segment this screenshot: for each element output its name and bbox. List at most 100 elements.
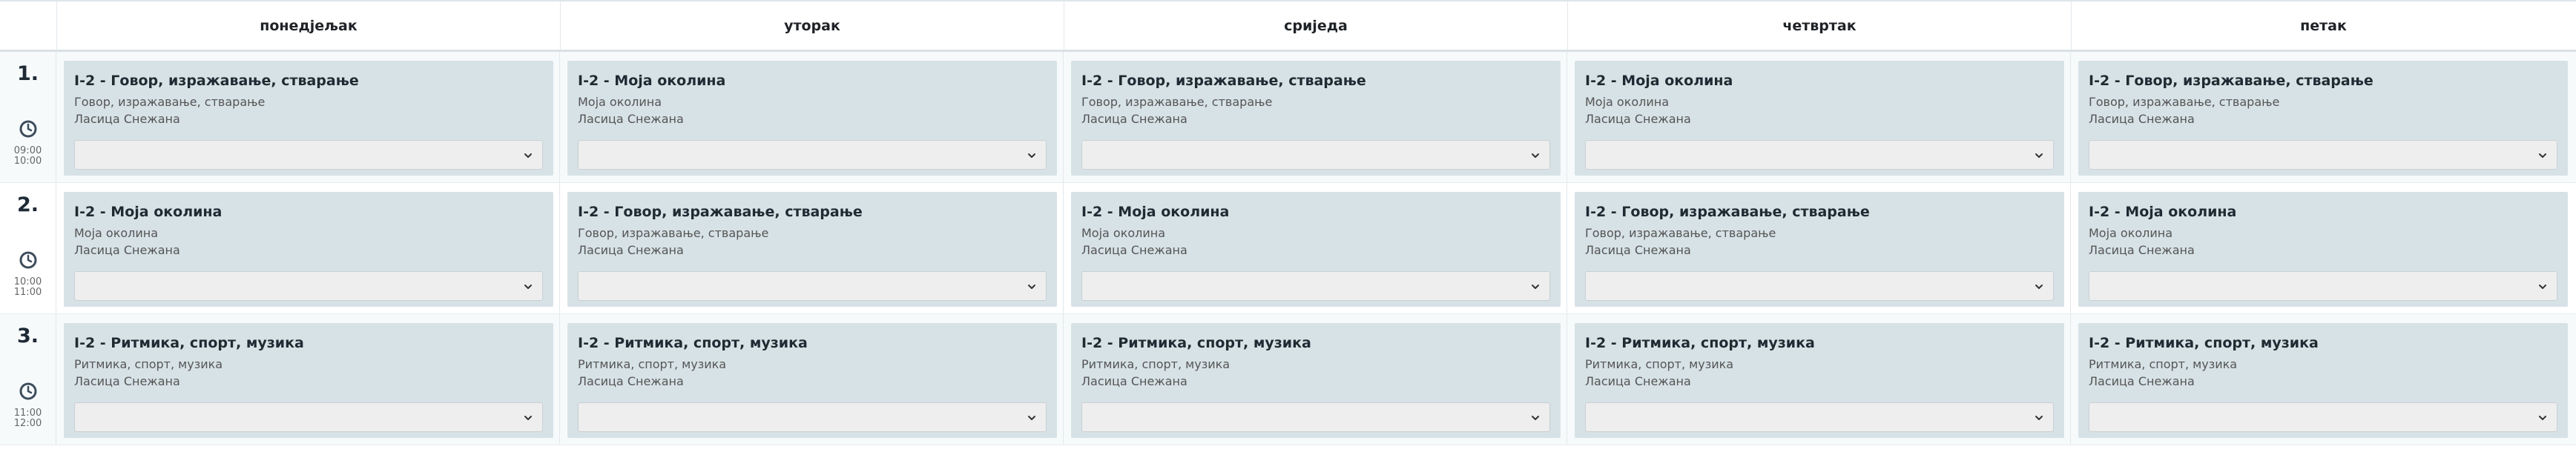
day-header-wednesday: сриједа [1064, 1, 1568, 50]
lesson-card: I-2 - Моја околина Моја околина Ласица Сне… [1575, 61, 2064, 176]
lesson-title: I-2 - Моја околина [1585, 73, 1733, 89]
day-header-thursday: четвртак [1568, 1, 2072, 50]
lesson-teacher: Ласица Снежана [1585, 112, 1691, 126]
lesson-title: I-2 - Моја околина [1081, 204, 1230, 220]
lesson-subject: Говор, изражавање, стварање [2089, 95, 2280, 109]
lesson-select[interactable] [74, 140, 543, 170]
chevron-down-icon [2034, 150, 2044, 160]
period-end-time: 11:00 [13, 287, 42, 298]
lesson-select[interactable] [1585, 140, 2054, 170]
lesson-select[interactable] [2089, 402, 2557, 432]
lesson-select[interactable] [74, 271, 543, 301]
lesson-card: I-2 - Говор, изражавање, стварање Говор, … [64, 61, 553, 176]
chevron-down-icon [1027, 412, 1037, 422]
lesson-select[interactable] [74, 402, 543, 432]
lesson-teacher: Ласица Снежана [74, 112, 180, 126]
lesson-card: I-2 - Говор, изражавање, стварање Говор, … [1071, 61, 1561, 176]
lesson-teacher: Ласица Снежана [578, 374, 684, 388]
lesson-card: I-2 - Говор, изражавање, стварање Говор, … [567, 192, 1057, 307]
lesson-select[interactable] [1081, 140, 1550, 170]
lesson-title: I-2 - Ритмика, спорт, музика [2089, 335, 2319, 351]
lesson-teacher: Ласица Снежана [578, 243, 684, 257]
lesson-select[interactable] [2089, 140, 2557, 170]
lesson-teacher: Ласица Снежана [2089, 374, 2195, 388]
lesson-select[interactable] [1081, 271, 1550, 301]
period-number: 2. [16, 193, 39, 216]
timetable: понедјељак уторак сриједа четвртак петак… [0, 0, 2576, 452]
lesson-card: I-2 - Ритмика, спорт, музика Ритмика, спо… [2078, 323, 2568, 438]
lesson-subject: Моја околина [578, 95, 662, 109]
lesson-title: I-2 - Говор, изражавање, стварање [578, 204, 863, 220]
lesson-card: I-2 - Моја околина Моја околина Ласица Сне… [2078, 192, 2568, 307]
lesson-teacher: Ласица Снежана [2089, 112, 2195, 126]
chevron-down-icon [1530, 281, 1541, 291]
lesson-teacher: Ласица Снежана [74, 243, 180, 257]
lesson-select[interactable] [578, 140, 1047, 170]
lesson-select[interactable] [1081, 402, 1550, 432]
period-number: 3. [16, 325, 39, 348]
lesson-title: I-2 - Ритмика, спорт, музика [1081, 335, 1311, 351]
lesson-cell-monday: I-2 - Говор, изражавање, стварање Говор, … [56, 52, 560, 182]
lesson-subject: Моја околина [74, 226, 159, 240]
lesson-title: I-2 - Моја околина [2089, 204, 2237, 220]
day-header-tuesday: уторак [561, 1, 1064, 50]
lesson-cell-tuesday: I-2 - Ритмика, спорт, музика Ритмика, спо… [560, 314, 1064, 445]
lesson-subject: Говор, изражавање, стварање [74, 95, 266, 109]
lesson-subject: Говор, изражавање, стварање [1585, 226, 1776, 240]
period-column-header [0, 1, 57, 50]
lesson-select[interactable] [578, 402, 1047, 432]
period-time: 09:00 10:00 [0, 146, 56, 167]
lesson-subject: Ритмика, спорт, музика [2089, 357, 2238, 371]
lesson-card: I-2 - Ритмика, спорт, музика Ритмика, спо… [64, 323, 553, 438]
lesson-title: I-2 - Говор, изражавање, стварање [74, 73, 359, 89]
period-number: 1. [16, 62, 39, 85]
lesson-cell-wednesday: I-2 - Говор, изражавање, стварање Говор, … [1064, 52, 1567, 182]
lesson-card: I-2 - Моја околина Моја околина Ласица Сне… [567, 61, 1057, 176]
lesson-subject: Говор, изражавање, стварање [578, 226, 769, 240]
lesson-title: I-2 - Ритмика, спорт, музика [1585, 335, 1815, 351]
lesson-subject: Моја околина [1585, 95, 1670, 109]
lesson-cell-tuesday: I-2 - Моја околина Моја околина Ласица Сне… [560, 52, 1064, 182]
lesson-card: I-2 - Говор, изражавање, стварање Говор, … [2078, 61, 2568, 176]
lesson-subject: Ритмика, спорт, музика [74, 357, 223, 371]
chevron-down-icon [1027, 281, 1037, 291]
lesson-card: I-2 - Говор, изражавање, стварање Говор, … [1575, 192, 2064, 307]
period-time: 11:00 12:00 [0, 408, 56, 429]
period-row-3: 3. 11:00 12:00 I-2 - Ритмика, спорт, музика… [0, 314, 2576, 445]
lesson-card: I-2 - Моја околина Моја околина Ласица Сне… [64, 192, 553, 307]
lesson-teacher: Ласица Снежана [74, 374, 180, 388]
lesson-teacher: Ласица Снежана [1585, 374, 1691, 388]
chevron-down-icon [1027, 150, 1037, 160]
lesson-cell-thursday: I-2 - Говор, изражавање, стварање Говор, … [1567, 183, 2071, 313]
lesson-card: I-2 - Ритмика, спорт, музика Ритмика, спо… [567, 323, 1057, 438]
chevron-down-icon [2537, 281, 2548, 291]
period-slot: 3. 11:00 12:00 [0, 314, 56, 445]
lesson-subject: Ритмика, спорт, музика [1081, 357, 1231, 371]
lesson-cell-tuesday: I-2 - Говор, изражавање, стварање Говор, … [560, 183, 1064, 313]
chevron-down-icon [2034, 281, 2044, 291]
lesson-select[interactable] [2089, 271, 2557, 301]
period-start-time: 11:00 [13, 408, 42, 419]
lesson-cell-thursday: I-2 - Ритмика, спорт, музика Ритмика, спо… [1567, 314, 2071, 445]
lesson-subject: Моја околина [1081, 226, 1166, 240]
period-start-time: 10:00 [13, 276, 42, 288]
chevron-down-icon [2537, 150, 2548, 160]
lesson-teacher: Ласица Снежана [1081, 374, 1187, 388]
lesson-card: I-2 - Ритмика, спорт, музика Ритмика, спо… [1071, 323, 1561, 438]
lesson-select[interactable] [1585, 271, 2054, 301]
lesson-title: I-2 - Ритмика, спорт, музика [578, 335, 808, 351]
lesson-subject: Ритмика, спорт, музика [1585, 357, 1734, 371]
chevron-down-icon [1530, 150, 1541, 160]
lesson-select[interactable] [1585, 402, 2054, 432]
timetable-header: понедјељак уторак сриједа четвртак петак [0, 1, 2576, 52]
chevron-down-icon [2034, 412, 2044, 422]
lesson-cell-friday: I-2 - Говор, изражавање, стварање Говор, … [2071, 52, 2575, 182]
clock-icon [19, 382, 37, 400]
lesson-cell-friday: I-2 - Моја околина Моја околина Ласица Сне… [2071, 183, 2575, 313]
lesson-subject: Говор, изражавање, стварање [1081, 95, 1273, 109]
lesson-teacher: Ласица Снежана [578, 112, 684, 126]
lesson-card: I-2 - Моја околина Моја околина Ласица Сне… [1071, 192, 1561, 307]
chevron-down-icon [523, 150, 533, 160]
lesson-title: I-2 - Говор, изражавање, стварање [1081, 73, 1366, 89]
lesson-select[interactable] [578, 271, 1047, 301]
